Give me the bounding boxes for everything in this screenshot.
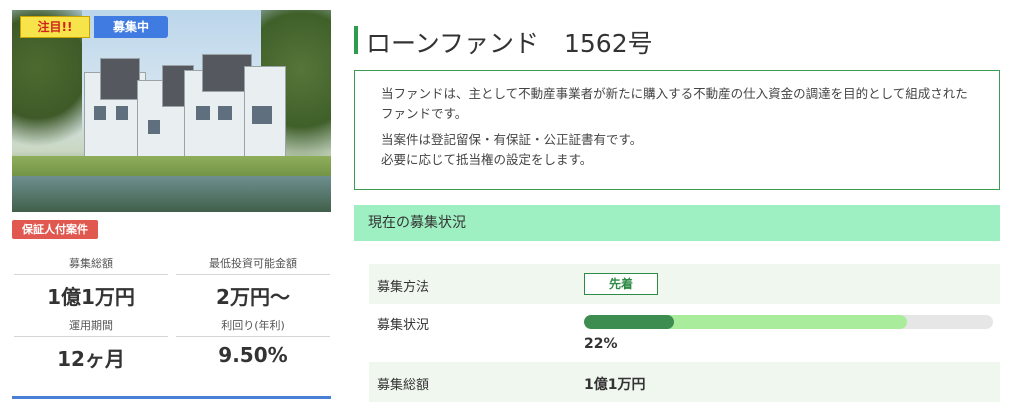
description-line: 当ファンドは、主として不動産事業者が新たに購入する不動産の仕入資金の調達を目的と…	[381, 86, 968, 121]
fund-description: 当ファンドは、主として不動産事業者が新たに購入する不動産の仕入資金の調達を目的と…	[354, 70, 1000, 190]
stat-value: 1億1万円	[47, 285, 135, 309]
window	[252, 106, 272, 124]
stat-total-amount: 募集総額 1億1万円	[14, 256, 168, 310]
recruiting-badge: 募集中	[94, 16, 168, 38]
total-amount: 1億1万円	[584, 377, 646, 393]
description-line: 当案件は登記留保・有保証・公正証書有です。	[381, 132, 643, 147]
stat-label: 最低投資可能金額	[176, 256, 330, 275]
row-label: 募集状況	[377, 318, 430, 333]
stat-term: 運用期間 12ヶ月	[14, 318, 168, 372]
fund-image[interactable]	[12, 10, 331, 212]
recruitment-status-heading: 現在の募集状況	[354, 205, 1000, 241]
pond	[12, 176, 331, 212]
stat-value: 2万円〜	[216, 285, 290, 309]
stat-value: 12ヶ月	[57, 347, 125, 371]
building-1-top	[100, 58, 140, 100]
title-accent-bar	[354, 26, 358, 54]
row-total: 募集総額 1億1万円	[369, 362, 1000, 402]
progress-bar	[584, 315, 993, 329]
window	[218, 106, 232, 120]
window	[94, 106, 106, 120]
first-come-tag: 先着	[584, 273, 658, 295]
stat-label: 利回り(年利)	[176, 318, 330, 337]
window	[196, 106, 210, 120]
guarantee-badge: 保証人付案件	[12, 220, 98, 239]
progress-percent: 22%	[584, 336, 618, 352]
row-method: 募集方法 先着	[369, 264, 1000, 304]
window	[148, 120, 160, 134]
stat-label: 運用期間	[14, 318, 168, 337]
stat-value: 9.50%	[218, 343, 288, 367]
attention-badge: 注目!!	[20, 16, 90, 38]
fund-title: ローンファンド 1562号	[366, 29, 653, 58]
progress-fill-actual	[584, 315, 674, 329]
stat-min-investment: 最低投資可能金額 2万円〜	[176, 256, 330, 310]
description-line: 必要に応じて抵当権の設定をします。	[381, 152, 593, 167]
card-bottom-rule	[12, 396, 331, 399]
row-status: 募集状況 22%	[369, 304, 1000, 360]
row-label: 募集総額	[377, 378, 430, 393]
stat-yield: 利回り(年利) 9.50%	[176, 318, 330, 367]
stat-label: 募集総額	[14, 256, 168, 275]
window	[116, 106, 128, 120]
row-label: 募集方法	[377, 280, 430, 295]
